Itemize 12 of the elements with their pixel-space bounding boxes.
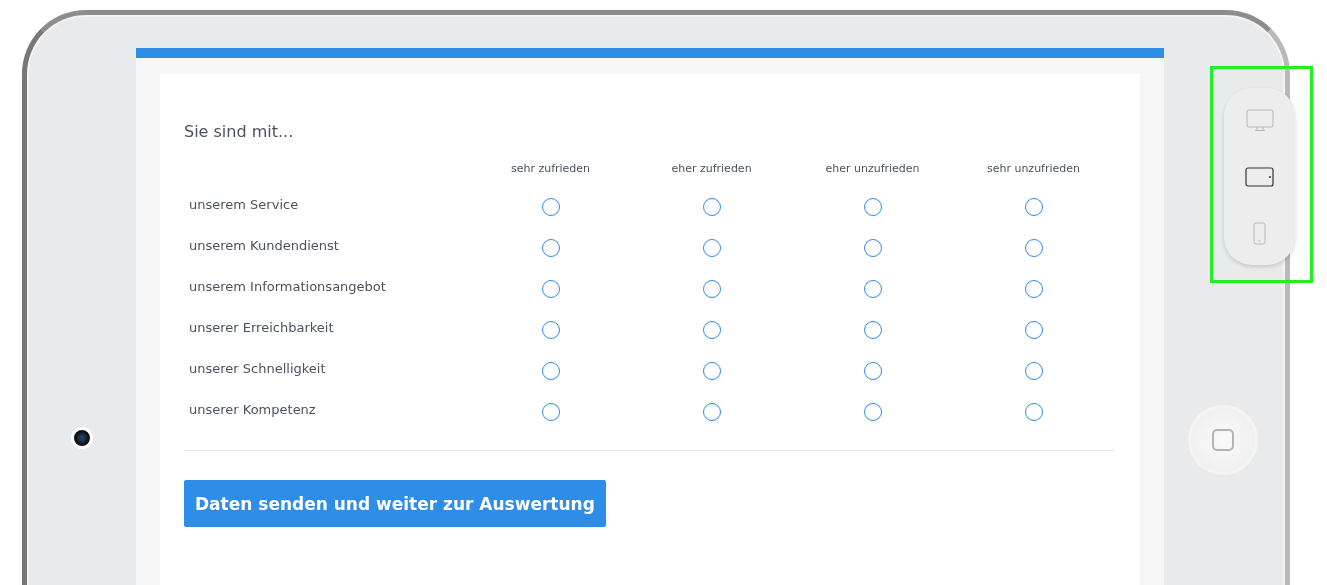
column-header: sehr unzufrieden bbox=[986, 161, 1081, 175]
column-header: eher zufrieden bbox=[671, 161, 752, 175]
question-title: Sie sind mit... bbox=[184, 122, 295, 143]
row-label: unserer Erreichbarkeit bbox=[189, 320, 334, 335]
column-header: eher unzufrieden bbox=[825, 161, 920, 175]
row-label: unserem Service bbox=[189, 197, 299, 212]
row-label: unserem Kundendienst bbox=[189, 238, 339, 253]
row-label: unserer Kompetenz bbox=[189, 402, 316, 417]
column-header: sehr zufrieden bbox=[510, 161, 591, 175]
row-label: unserem Informationsangebot bbox=[189, 279, 386, 294]
submit-button[interactable]: Daten senden und weiter zur Auswertung bbox=[184, 480, 606, 527]
row-label: unserer Schnelligkeit bbox=[189, 361, 326, 376]
